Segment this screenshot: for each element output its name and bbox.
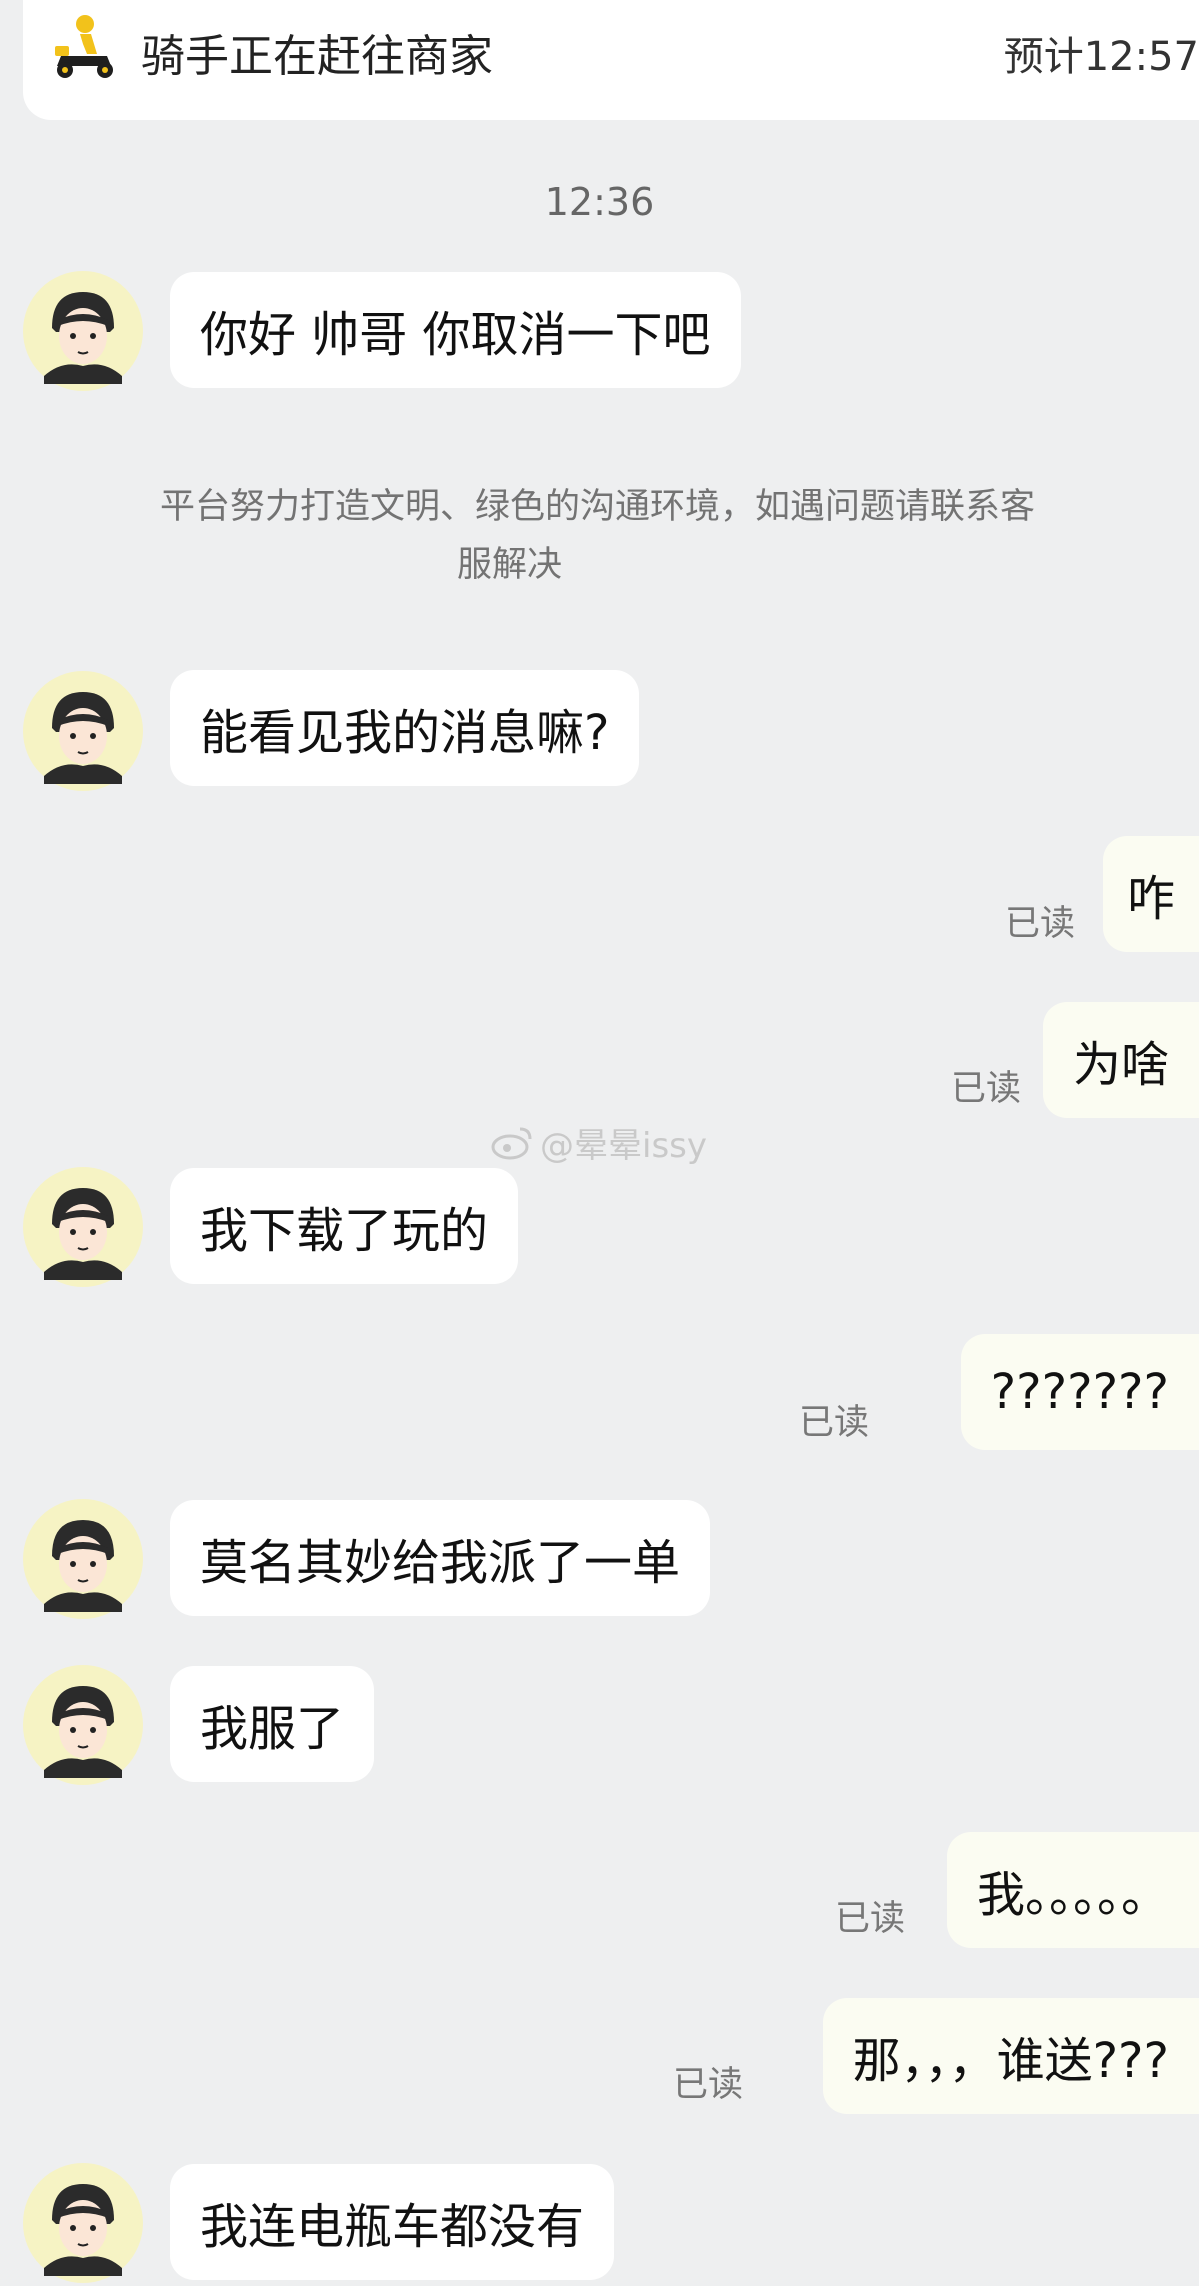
rider-avatar[interactable] bbox=[22, 1664, 144, 1786]
read-receipt: 已读 bbox=[798, 1403, 869, 1443]
rider-avatar[interactable] bbox=[22, 670, 144, 792]
message-bubble[interactable]: 那，，，谁送??? bbox=[822, 1998, 1199, 2114]
message-bubble[interactable]: 你好 帅哥 你取消一下吧 bbox=[170, 272, 741, 388]
message-bubble[interactable]: 为啥 bbox=[1042, 1002, 1199, 1118]
message-bubble[interactable]: ??????? bbox=[960, 1334, 1199, 1450]
message-bubble[interactable]: 我连电瓶车都没有 bbox=[170, 2164, 615, 2280]
read-receipt: 已读 bbox=[672, 2065, 743, 2105]
message-bubble[interactable]: 莫名其妙给我派了一单 bbox=[170, 1500, 711, 1616]
message-timestamp: 12:36 bbox=[544, 180, 655, 224]
read-receipt: 已读 bbox=[1004, 904, 1075, 944]
rider-scooter-icon bbox=[55, 15, 113, 78]
order-status-bar[interactable]: 骑手正在赶往商家 预计12:57 bbox=[23, 0, 1199, 120]
rider-avatar[interactable] bbox=[22, 1498, 144, 1620]
message-bubble[interactable]: 我服了 bbox=[170, 1666, 375, 1782]
eta-text: 预计12:57 bbox=[1003, 34, 1199, 80]
notice-line-1: 平台努力打造文明、绿色的沟通环境，如遇问题请联系客 bbox=[160, 487, 1036, 527]
read-receipt: 已读 bbox=[834, 1899, 905, 1939]
rider-avatar[interactable] bbox=[22, 270, 144, 392]
rider-status-text: 骑手正在赶往商家 bbox=[141, 31, 493, 82]
watermark-text: @晕晕issy bbox=[540, 1126, 707, 1166]
rider-avatar[interactable] bbox=[22, 2162, 144, 2284]
watermark: @晕晕issy bbox=[490, 1118, 707, 1167]
rider-avatar[interactable] bbox=[22, 1166, 144, 1288]
read-receipt: 已读 bbox=[950, 1069, 1021, 1109]
platform-notice: 平台努力打造文明、绿色的沟通环境，如遇问题请联系客 服解决 bbox=[160, 478, 1199, 594]
message-bubble[interactable]: 我下载了玩的 bbox=[170, 1168, 519, 1284]
notice-line-2: 服解决 bbox=[456, 545, 562, 585]
message-bubble[interactable]: 咋 bbox=[1102, 836, 1199, 952]
message-bubble[interactable]: 能看见我的消息嘛? bbox=[170, 670, 640, 786]
weibo-logo-icon bbox=[491, 1127, 532, 1159]
message-bubble[interactable]: 我。。。。。 bbox=[946, 1832, 1199, 1948]
